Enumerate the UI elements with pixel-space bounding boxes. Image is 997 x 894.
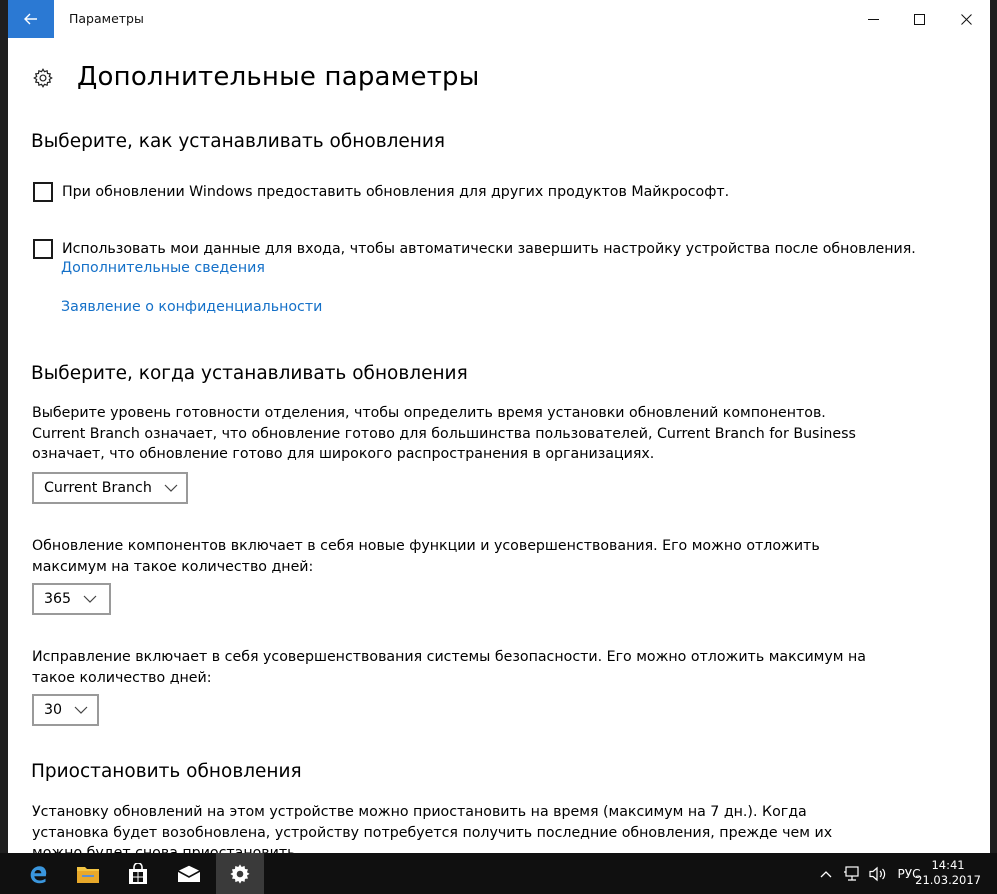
feature-defer-days-select[interactable]: 365 bbox=[32, 583, 111, 615]
chevron-up-icon bbox=[820, 870, 832, 877]
taskbar-mail[interactable] bbox=[165, 853, 213, 894]
checkbox-row-other-products[interactable]: При обновлении Windows предоставить обно… bbox=[33, 182, 729, 202]
close-icon bbox=[960, 13, 972, 25]
quality-defer-days-value: 30 bbox=[44, 702, 63, 718]
clock-date: 21.03.2017 bbox=[915, 873, 981, 887]
other-products-label: При обновлении Windows предоставить обно… bbox=[62, 184, 730, 200]
edge-icon bbox=[30, 865, 47, 883]
tray-volume[interactable] bbox=[866, 853, 890, 894]
signin-info-label: Использовать мои данные для входа, чтобы… bbox=[62, 241, 916, 257]
taskbar-clock[interactable]: 14:41 21.03.2017 bbox=[915, 858, 981, 888]
settings-content: Дополнительные параметры Выберите, как у… bbox=[8, 38, 990, 853]
title-bar: Параметры bbox=[8, 0, 990, 38]
gear-icon bbox=[33, 68, 53, 88]
arrow-left-icon bbox=[24, 13, 37, 25]
window-title: Параметры bbox=[69, 11, 144, 26]
back-button[interactable] bbox=[8, 0, 54, 38]
clock-time: 14:41 bbox=[931, 858, 965, 872]
chevron-down-icon bbox=[83, 595, 97, 603]
settings-window: Параметры Дополнительные параметры Выбер… bbox=[8, 0, 990, 853]
maximize-button[interactable] bbox=[896, 0, 942, 38]
chevron-down-icon bbox=[74, 706, 88, 714]
folder-icon bbox=[77, 866, 99, 883]
taskbar-store[interactable] bbox=[114, 853, 162, 894]
store-icon bbox=[129, 862, 147, 884]
minimize-button[interactable] bbox=[850, 0, 896, 38]
minimize-icon bbox=[867, 18, 879, 20]
branch-description: Выберите уровень готовности отделения, ч… bbox=[32, 405, 856, 462]
feature-update-description: Обновление компонентов включает в себя н… bbox=[32, 538, 820, 575]
close-button[interactable] bbox=[943, 0, 989, 38]
mail-icon bbox=[177, 865, 201, 882]
section-title-when: Выберите, когда устанавливать обновления bbox=[31, 363, 468, 384]
gear-icon bbox=[230, 863, 250, 884]
quality-update-description: Исправление включает в себя усовершенств… bbox=[32, 649, 866, 686]
taskbar-explorer[interactable] bbox=[64, 853, 112, 894]
branch-readiness-value: Current Branch bbox=[44, 480, 152, 496]
section-title-pause: Приостановить обновления bbox=[31, 761, 302, 782]
signin-info-checkbox[interactable] bbox=[33, 239, 53, 259]
section-title-how: Выберите, как устанавливать обновления bbox=[31, 131, 446, 152]
page-header: Дополнительные параметры bbox=[32, 62, 479, 92]
maximize-icon bbox=[913, 13, 925, 25]
taskbar-edge[interactable] bbox=[14, 853, 62, 894]
quality-defer-days-select[interactable]: 30 bbox=[32, 694, 99, 726]
page-title: Дополнительные параметры bbox=[77, 62, 480, 92]
chevron-down-icon bbox=[164, 484, 178, 492]
checkbox-row-signin-info[interactable]: Использовать мои данные для входа, чтобы… bbox=[33, 239, 916, 259]
volume-icon bbox=[869, 866, 886, 881]
tray-overflow-button[interactable] bbox=[815, 853, 837, 894]
branch-readiness-select[interactable]: Current Branch bbox=[32, 472, 188, 504]
network-icon bbox=[844, 865, 859, 881]
pause-description: Установку обновлений на этом устройстве … bbox=[32, 804, 833, 853]
taskbar-settings[interactable] bbox=[216, 853, 264, 894]
taskbar: РУС 14:41 21.03.2017 bbox=[0, 853, 997, 894]
privacy-statement-link[interactable]: Заявление о конфиденциальности bbox=[61, 299, 322, 315]
tray-network[interactable] bbox=[840, 853, 864, 894]
feature-defer-days-value: 365 bbox=[44, 591, 72, 607]
other-products-checkbox[interactable] bbox=[33, 182, 53, 202]
more-info-link[interactable]: Дополнительные сведения bbox=[61, 260, 265, 276]
